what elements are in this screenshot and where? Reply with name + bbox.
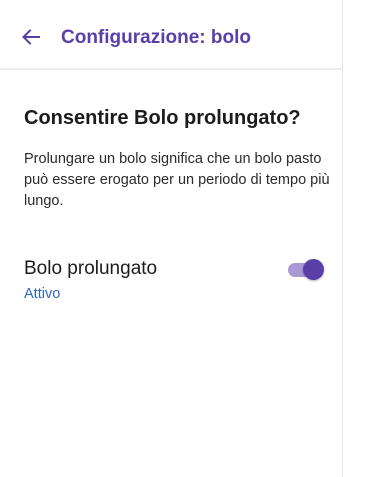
- settings-screen: Configurazione: bolo Consentire Bolo pro…: [0, 0, 343, 477]
- back-button[interactable]: [20, 26, 42, 48]
- setting-title: Bolo prolungato: [24, 258, 158, 279]
- extended-bolus-setting-row[interactable]: Bolo prolungato Attivo: [0, 250, 343, 310]
- section-headline: Consentire Bolo prolungato?: [24, 107, 301, 129]
- page-title: Configurazione: bolo: [61, 27, 251, 48]
- section-description: Prolungare un bolo significa che un bolo…: [24, 151, 330, 209]
- toggle-thumb: [303, 259, 324, 280]
- arrow-left-icon: [22, 29, 40, 45]
- extended-bolus-toggle[interactable]: [285, 258, 325, 280]
- app-bar: Configurazione: bolo: [0, 0, 343, 70]
- setting-status: Attivo: [24, 286, 61, 302]
